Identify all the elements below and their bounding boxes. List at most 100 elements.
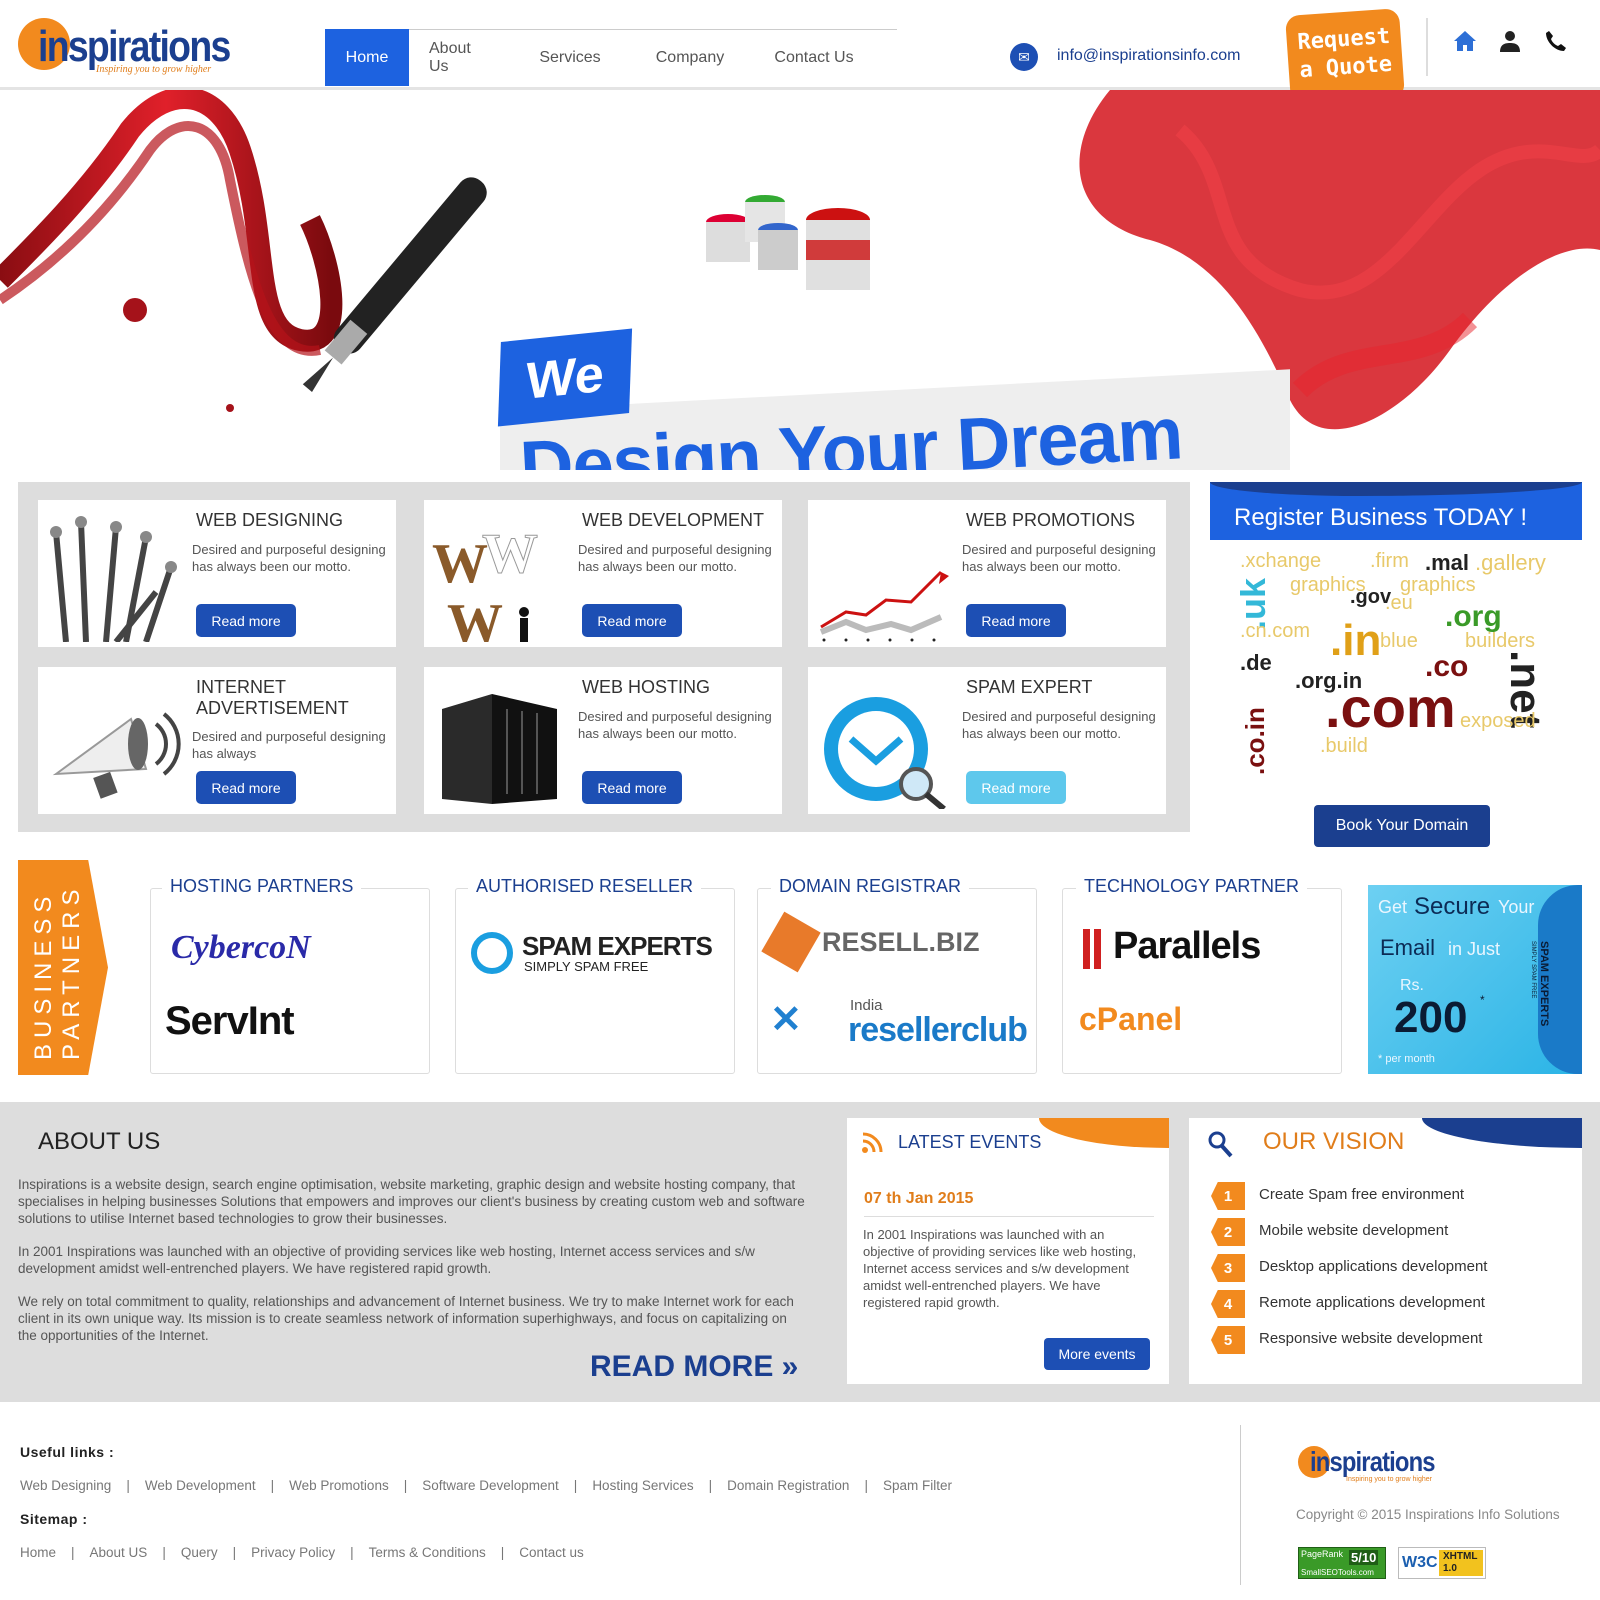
- service-title: INTERNET ADVERTISEMENT: [196, 677, 349, 718]
- resellbiz-icon: [761, 911, 821, 973]
- service-card-spam-expert: SPAM EXPERT Desired and purposeful desig…: [808, 667, 1166, 814]
- xhtml-version: 1.0: [1443, 1563, 1457, 1574]
- megaphone-image: [52, 712, 181, 799]
- vision-swoosh: [1422, 1118, 1582, 1148]
- hero-banner: We Design Your Dream: [0, 90, 1600, 470]
- service-desc: Desired and purposeful designing has alw…: [962, 709, 1156, 741]
- vision-item: Remote applications development: [1259, 1294, 1485, 1311]
- useful-links-label: Useful links :: [20, 1444, 115, 1460]
- technology-partner-box: Parallels cPanel: [1062, 888, 1342, 1074]
- footer-link[interactable]: Hosting Services: [592, 1478, 693, 1493]
- user-icon[interactable]: [1497, 28, 1523, 54]
- sitemap-links: Home | About US | Query | Privacy Policy | T…: [20, 1545, 584, 1560]
- logo-tagline: Inspiring you to grow higher: [96, 64, 212, 75]
- footer-link[interactable]: Privacy Policy: [251, 1545, 335, 1560]
- about-read-more-link[interactable]: READ MORE »: [590, 1350, 798, 1384]
- paint-buckets: [706, 195, 870, 290]
- register-header: Register Business TODAY !: [1210, 482, 1582, 540]
- read-more-button[interactable]: Read more: [196, 771, 296, 804]
- spam-experts-ad[interactable]: Get Secure Your Email in Just Rs. 200 * …: [1368, 885, 1582, 1074]
- cloud-word: .build: [1320, 735, 1368, 757]
- nav-home[interactable]: Home: [325, 29, 409, 86]
- nav-services[interactable]: Services: [511, 30, 629, 86]
- ad-your: Your: [1498, 897, 1535, 917]
- footer-logo-tagline: Inspiring you to grow higher: [1346, 1476, 1432, 1483]
- footer-link[interactable]: Query: [181, 1545, 218, 1560]
- vision-number: 2: [1211, 1218, 1245, 1246]
- email-link[interactable]: info@inspirationsinfo.com: [1057, 47, 1240, 65]
- service-card-web-hosting: WEB HOSTING Desired and purposeful desig…: [424, 667, 782, 814]
- cloud-word: .co.in: [1240, 707, 1270, 775]
- pagerank-badge[interactable]: PageRank 5/10 SmallSEOTools.com: [1298, 1547, 1386, 1579]
- business-partners-label: BUSINESS PARTNERS: [30, 883, 85, 1060]
- logo[interactable]: inspirations Inspiring you to grow highe…: [18, 14, 233, 76]
- read-more-button[interactable]: Read more: [582, 771, 682, 804]
- ad-email: Email: [1380, 935, 1436, 960]
- resellbiz-logo[interactable]: RESELL.BIZ: [822, 927, 980, 958]
- nav-company[interactable]: Company: [629, 30, 751, 86]
- vision-item: Desktop applications development: [1259, 1258, 1488, 1275]
- footer-link[interactable]: Web Development: [145, 1478, 256, 1493]
- footer-link[interactable]: Software Development: [422, 1478, 559, 1493]
- cloud-word: .firm: [1370, 550, 1409, 572]
- read-more-button[interactable]: Read more: [966, 604, 1066, 637]
- cpanel-logo[interactable]: cPanel: [1079, 1001, 1182, 1038]
- vision-number: 4: [1211, 1290, 1245, 1318]
- w3c-xhtml-badge[interactable]: W3C XHTML 1.0: [1398, 1547, 1486, 1579]
- authorised-reseller-title: AUTHORISED RESELLER: [468, 876, 702, 897]
- sitemap-label: Sitemap :: [20, 1511, 88, 1527]
- cloud-word: exposed: [1460, 710, 1536, 732]
- resellerclub-icon: ✕: [770, 999, 802, 1041]
- footer-link[interactable]: Domain Registration: [727, 1478, 849, 1493]
- resellerclub-logo[interactable]: resellerclub: [848, 1011, 1028, 1050]
- nav-about[interactable]: About Us: [409, 30, 511, 86]
- book-domain-button[interactable]: Book Your Domain: [1314, 805, 1490, 847]
- service-desc: Desired and purposeful designing has alw…: [962, 542, 1156, 574]
- our-vision-panel: OUR VISION 1 Create Spam free environmen…: [1189, 1118, 1582, 1384]
- phone-icon[interactable]: [1543, 28, 1569, 54]
- spam-experts-tagline: SIMPLY SPAM FREE: [524, 959, 649, 974]
- read-more-button[interactable]: Read more: [966, 771, 1066, 804]
- svg-text:W: W: [447, 593, 503, 642]
- service-card-web-promotions: WEB PROMOTIONS Desired and purposeful de…: [808, 500, 1166, 647]
- footer-logo[interactable]: inspirations Inspiring you to grow highe…: [1298, 1444, 1448, 1488]
- ad-side-subtext: SIMPLY SPAM FREE: [1530, 941, 1536, 999]
- site-header: inspirations Inspiring you to grow highe…: [0, 0, 1600, 106]
- service-title: SPAM EXPERT: [966, 677, 1093, 697]
- authorised-reseller-box: SPAM EXPERTS SIMPLY SPAM FREE: [455, 888, 735, 1074]
- svg-text:W: W: [432, 533, 488, 595]
- xhtml-box: XHTML 1.0: [1439, 1550, 1483, 1576]
- servint-logo[interactable]: ServInt: [165, 999, 295, 1044]
- register-title: Register Business TODAY !: [1234, 504, 1528, 531]
- cybercon-logo[interactable]: CybercoN: [171, 929, 311, 967]
- footer-link[interactable]: Contact us: [519, 1545, 584, 1560]
- services-grid: WEB DESIGNING Desired and purposeful des…: [18, 482, 1190, 832]
- pagerank-source: SmallSEOTools.com: [1301, 1568, 1374, 1577]
- about-paragraph-1: Inspirations is a website design, search…: [18, 1177, 805, 1226]
- xhtml-label: XHTML: [1443, 1551, 1478, 1562]
- service-title: WEB DEVELOPMENT: [582, 510, 765, 530]
- read-more-button[interactable]: Read more: [582, 604, 682, 637]
- about-paragraph-2: In 2001 Inspirations was launched with a…: [18, 1244, 755, 1276]
- more-events-button[interactable]: More events: [1044, 1338, 1150, 1370]
- footer-link[interactable]: About US: [90, 1545, 148, 1560]
- rss-icon: [862, 1132, 883, 1153]
- footer-link[interactable]: Terms & Conditions: [369, 1545, 486, 1560]
- parallels-logo[interactable]: Parallels: [1113, 925, 1261, 968]
- footer-link[interactable]: Web Promotions: [289, 1478, 389, 1493]
- service-desc: Desired and purposeful designing has alw…: [192, 542, 386, 574]
- domain-word-cloud: .xchange .firm .mal .gallery .uk graphic…: [1240, 550, 1560, 790]
- footer-link[interactable]: Home: [20, 1545, 56, 1560]
- spam-experts-logo[interactable]: SPAM EXPERTS: [522, 931, 713, 962]
- home-icon[interactable]: [1452, 28, 1478, 54]
- latest-events-panel: LATEST EVENTS 07 th Jan 2015 In 2001 Ins…: [847, 1118, 1169, 1384]
- nav-contact[interactable]: Contact Us: [751, 30, 877, 86]
- read-more-button[interactable]: Read more: [196, 604, 296, 637]
- ad-side-text: SPAM EXPERTS: [1538, 941, 1550, 1027]
- copyright: Copyright © 2015 Inspirations Info Solut…: [1296, 1507, 1560, 1522]
- service-desc: Desired and purposeful designing has alw…: [578, 709, 772, 741]
- footer-link[interactable]: Web Designing: [20, 1478, 111, 1493]
- cloud-word: .cn.com: [1240, 620, 1311, 642]
- vision-item: Mobile website development: [1259, 1222, 1449, 1239]
- footer-link[interactable]: Spam Filter: [883, 1478, 952, 1493]
